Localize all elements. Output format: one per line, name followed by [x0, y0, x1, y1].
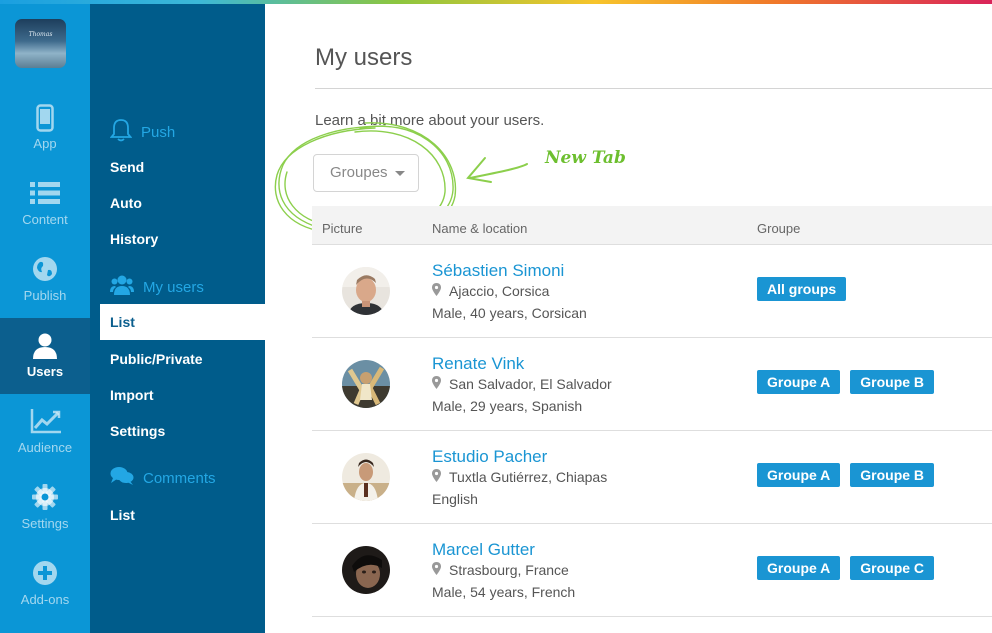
new-tab-annotation: New Tab: [545, 148, 626, 168]
avatar: [342, 453, 390, 501]
map-marker-icon: [432, 376, 441, 392]
map-marker-icon: [432, 283, 441, 299]
section-title: Push: [141, 123, 176, 141]
user-description: English: [432, 491, 478, 507]
icon-rail: Thomas App Content Publish Users Audienc…: [0, 0, 90, 633]
page-title: My users: [315, 44, 413, 71]
rail-item-users[interactable]: Users: [0, 318, 90, 394]
user-description: Male, 29 years, Spanish: [432, 398, 583, 414]
column-groupe: Groupe: [757, 221, 801, 236]
subnav-item-auto[interactable]: Auto: [110, 195, 142, 211]
user-name-link[interactable]: Renate Vink: [432, 354, 524, 374]
rail-label: Publish: [23, 288, 67, 303]
group-tag[interactable]: Groupe B: [850, 370, 935, 394]
rail-item-settings[interactable]: Settings: [0, 470, 90, 546]
plus-circle-icon: [30, 560, 60, 588]
subnav-item-comments-list[interactable]: List: [110, 507, 135, 523]
main-content: My users Learn a bit more about your use…: [265, 0, 992, 633]
user-name-link[interactable]: Estudio Pacher: [432, 447, 547, 467]
map-marker-icon: [432, 469, 441, 485]
group-tags: Groupe A Groupe B: [757, 370, 935, 394]
user-description: Male, 40 years, Corsican: [432, 305, 587, 321]
rail-item-audience[interactable]: Audience: [0, 394, 90, 470]
column-name-location: Name & location: [432, 221, 528, 236]
scribble-arrow-head: [466, 157, 492, 183]
table-row[interactable]: Renate Vink San Salvador, El Salvador Ma…: [312, 338, 992, 431]
section-title: My users: [143, 278, 204, 296]
section-my-users[interactable]: My users: [110, 274, 204, 300]
list-icon: [30, 180, 60, 208]
section-title: Comments: [143, 469, 216, 487]
subnav-item-public-private[interactable]: Public/Private: [110, 351, 203, 367]
rail-item-app[interactable]: App: [0, 90, 90, 166]
intro-text: Learn a bit more about your users.: [315, 112, 545, 129]
user-name-link[interactable]: Marcel Gutter: [432, 540, 535, 560]
user-location-text: Strasbourg, France: [449, 562, 569, 578]
rail-item-publish[interactable]: Publish: [0, 242, 90, 318]
user-location: San Salvador, El Salvador: [432, 376, 612, 392]
group-tag[interactable]: Groupe C: [850, 556, 935, 580]
rail-label: Users: [26, 364, 64, 379]
subnav-item-history[interactable]: History: [110, 231, 158, 247]
subnav-item-settings[interactable]: Settings: [110, 423, 165, 439]
rail-label: App: [33, 136, 57, 151]
map-marker-icon: [432, 562, 441, 578]
group-tag[interactable]: Groupe A: [757, 556, 841, 580]
user-location-text: San Salvador, El Salvador: [449, 376, 612, 392]
app-logo[interactable]: Thomas: [15, 19, 66, 68]
rail-item-content[interactable]: Content: [0, 166, 90, 242]
globe-icon: [30, 256, 60, 284]
user-location: Ajaccio, Corsica: [432, 283, 549, 299]
user-icon: [30, 332, 60, 360]
user-location-text: Tuxtla Gutiérrez, Chiapas: [449, 469, 608, 485]
table-row[interactable]: Estudio Pacher Tuxtla Gutiérrez, Chiapas…: [312, 431, 992, 524]
users-table-header: Picture Name & location Groupe: [312, 206, 992, 245]
table-row[interactable]: Marcel Gutter Strasbourg, France Male, 5…: [312, 524, 992, 617]
avatar: [342, 546, 390, 594]
mobile-icon: [30, 104, 60, 132]
rail-label: Audience: [17, 440, 73, 455]
bell-icon: [109, 118, 133, 146]
user-name-link[interactable]: Sébastien Simoni: [432, 261, 564, 281]
rainbow-top-bar: [0, 0, 992, 4]
group-tag[interactable]: All groups: [757, 277, 847, 301]
avatar: [342, 267, 390, 315]
gear-icon: [30, 484, 60, 512]
user-location: Strasbourg, France: [432, 562, 569, 578]
rail-item-add-ons[interactable]: Add-ons: [0, 546, 90, 622]
rail-label: Content: [22, 212, 68, 227]
comments-icon: [110, 466, 134, 490]
caret-down-icon: [395, 171, 405, 176]
group-tag[interactable]: Groupe A: [757, 463, 841, 487]
user-location: Tuxtla Gutiérrez, Chiapas: [432, 469, 607, 485]
table-row[interactable]: Sébastien Simoni Ajaccio, Corsica Male, …: [312, 245, 992, 338]
chart-line-icon: [30, 408, 61, 436]
user-description: Male, 54 years, French: [432, 584, 576, 600]
user-location-text: Ajaccio, Corsica: [449, 283, 550, 299]
group-tags: Groupe A Groupe C: [757, 556, 935, 580]
subnav-item-import[interactable]: Import: [110, 387, 154, 403]
title-divider: [315, 88, 992, 89]
users-icon: [110, 274, 134, 300]
group-tags: Groupe A Groupe B: [757, 463, 935, 487]
section-comments[interactable]: Comments: [110, 466, 216, 490]
app-logo-text: Thomas: [28, 31, 53, 38]
sub-navigation: Push Send Auto History My users List Pub…: [90, 0, 265, 633]
section-push[interactable]: Push: [109, 118, 176, 146]
avatar: [342, 360, 390, 408]
scribble-arrow-shaft: [469, 163, 528, 179]
groupes-dropdown[interactable]: Groupes: [313, 154, 419, 192]
subnav-item-send[interactable]: Send: [110, 159, 144, 175]
subnav-item-list[interactable]: List: [100, 304, 265, 340]
group-tag[interactable]: Groupe A: [757, 370, 841, 394]
rail-label: Settings: [21, 516, 69, 531]
column-picture: Picture: [322, 221, 363, 236]
rail-label: Add-ons: [20, 592, 70, 607]
group-tag[interactable]: Groupe B: [850, 463, 935, 487]
groupes-dropdown-label: Groupes: [330, 164, 388, 181]
group-tags: All groups: [757, 277, 847, 301]
